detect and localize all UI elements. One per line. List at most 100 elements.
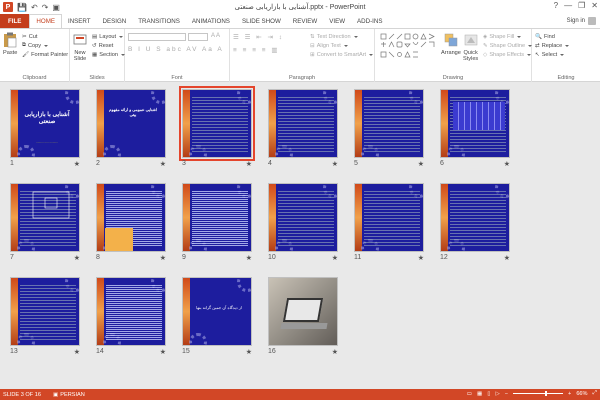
transition-star-icon[interactable]: ★ bbox=[332, 348, 338, 356]
section-button[interactable]: ▦ Section bbox=[92, 50, 125, 59]
slide-preview[interactable] bbox=[268, 183, 338, 252]
slide-thumbnail-8[interactable]: 8 ★ bbox=[96, 183, 166, 262]
slide-preview[interactable] bbox=[10, 183, 80, 252]
tab-insert[interactable]: INSERT bbox=[62, 14, 97, 28]
slide-thumbnail-9[interactable]: 9 ★ bbox=[182, 183, 252, 262]
zoom-in-icon[interactable]: + bbox=[568, 391, 571, 397]
redo-icon[interactable]: ↷ bbox=[42, 3, 49, 12]
transition-star-icon[interactable]: ★ bbox=[160, 160, 166, 168]
zoom-slider[interactable] bbox=[513, 391, 564, 396]
align-text-button[interactable]: ⊟ Align Text bbox=[310, 41, 373, 50]
text-direction-button[interactable]: ⇅ Text Direction bbox=[310, 32, 373, 41]
paste-button[interactable]: Paste bbox=[3, 32, 17, 56]
slide-thumbnail-4[interactable]: 4 ★ bbox=[268, 89, 338, 168]
slide-counter[interactable]: SLIDE 3 OF 16 bbox=[3, 392, 41, 398]
slide-thumbnail-3[interactable]: 3 ★ bbox=[179, 86, 255, 168]
powerpoint-app-icon[interactable]: P bbox=[3, 2, 13, 12]
slide-preview[interactable] bbox=[354, 183, 424, 252]
slide-preview[interactable] bbox=[96, 183, 166, 252]
undo-icon[interactable]: ↶ bbox=[31, 3, 38, 12]
slide-preview[interactable] bbox=[354, 89, 424, 158]
font-size-select[interactable] bbox=[188, 33, 208, 41]
slide-preview[interactable] bbox=[440, 89, 510, 158]
shape-outline-button[interactable]: ✎ Shape Outline bbox=[483, 41, 533, 50]
slide-sorter[interactable]: آشنایی با بازاریابی صنعتی ......... .....… bbox=[0, 82, 600, 389]
tab-slide-show[interactable]: SLIDE SHOW bbox=[236, 14, 287, 28]
shape-fill-button[interactable]: ◈ Shape Fill bbox=[483, 32, 532, 41]
layout-button[interactable]: ▤ Layout bbox=[92, 32, 125, 41]
slide-preview[interactable] bbox=[10, 277, 80, 346]
tab-transitions[interactable]: TRANSITIONS bbox=[132, 14, 186, 28]
help-icon[interactable]: ? bbox=[554, 1, 558, 10]
transition-star-icon[interactable]: ★ bbox=[332, 254, 338, 262]
tab-view[interactable]: VIEW bbox=[323, 14, 351, 28]
normal-view-icon[interactable]: ▭ bbox=[467, 391, 472, 397]
tab-home[interactable]: HOME bbox=[29, 14, 62, 28]
grow-font-icon[interactable]: A A bbox=[211, 33, 220, 39]
slide-thumbnail-13[interactable]: 13 ★ bbox=[10, 277, 80, 356]
tab-file[interactable]: FILE bbox=[0, 14, 30, 28]
reset-button[interactable]: ↺ Reset bbox=[92, 41, 125, 50]
tab-animations[interactable]: ANIMATIONS bbox=[186, 14, 236, 28]
slide-preview[interactable]: اشنایی عمومی و ارائه مفهوم بیتی bbox=[96, 89, 166, 158]
slide-preview[interactable] bbox=[440, 183, 510, 252]
transition-star-icon[interactable]: ★ bbox=[504, 254, 510, 262]
transition-star-icon[interactable]: ★ bbox=[160, 348, 166, 356]
select-button[interactable]: ↖ Select bbox=[535, 50, 569, 59]
transition-star-icon[interactable]: ★ bbox=[332, 160, 338, 168]
save-icon[interactable]: 💾 bbox=[17, 3, 27, 12]
transition-star-icon[interactable]: ★ bbox=[74, 254, 80, 262]
arrange-button[interactable]: Arrange bbox=[441, 32, 461, 56]
slide-thumbnail-15[interactable]: از دیدگاه آن جمین گرانه بنها 15 ★ bbox=[182, 277, 252, 356]
slide-thumbnail-14[interactable]: 14 ★ bbox=[96, 277, 166, 356]
slide-thumbnail-7[interactable]: 7 ★ bbox=[10, 183, 80, 262]
convert-smartart-button[interactable]: ⊞ Convert to SmartArt bbox=[310, 50, 374, 59]
transition-star-icon[interactable]: ★ bbox=[504, 160, 510, 168]
transition-star-icon[interactable]: ★ bbox=[74, 348, 80, 356]
replace-button[interactable]: ⇄ Replace bbox=[535, 41, 570, 50]
zoom-out-icon[interactable]: − bbox=[505, 391, 508, 397]
find-button[interactable]: 🔍 Find bbox=[535, 32, 569, 41]
slide-thumbnail-2[interactable]: اشنایی عمومی و ارائه مفهوم بیتی 2 ★ bbox=[96, 89, 166, 168]
slide-preview[interactable]: از دیدگاه آن جمین گرانه بنها bbox=[182, 277, 252, 346]
transition-star-icon[interactable]: ★ bbox=[246, 348, 252, 356]
restore-icon[interactable]: ❐ bbox=[578, 1, 585, 10]
sign-in[interactable]: Sign in bbox=[567, 17, 596, 25]
align-buttons[interactable]: ≡ ≡ ≡ ≡ ▥ bbox=[233, 46, 280, 54]
slide-thumbnail-16[interactable]: 16 ★ bbox=[268, 277, 338, 356]
slideshow-view-icon[interactable]: ▷ bbox=[495, 391, 499, 397]
language-indicator[interactable]: ▣ PERSIAN bbox=[53, 392, 85, 398]
tab-add-ins[interactable]: ADD-INS bbox=[351, 14, 388, 28]
transition-star-icon[interactable]: ★ bbox=[160, 254, 166, 262]
tab-review[interactable]: REVIEW bbox=[287, 14, 323, 28]
slide-preview[interactable] bbox=[179, 86, 255, 161]
slide-sorter-view-icon[interactable]: ▦ bbox=[477, 391, 482, 397]
format-painter-button[interactable]: 🖌 Format Painter bbox=[22, 50, 68, 59]
copy-button[interactable]: ⧉ Copy bbox=[22, 41, 68, 50]
zoom-level[interactable]: 66% bbox=[576, 391, 587, 397]
font-style-buttons[interactable]: B I U S abc AV Aa A bbox=[128, 46, 224, 53]
slide-thumbnail-5[interactable]: 5 ★ bbox=[354, 89, 424, 168]
shapes-gallery[interactable] bbox=[379, 32, 437, 60]
fit-slide-icon[interactable]: ⤢ bbox=[593, 390, 597, 397]
minimize-icon[interactable]: — bbox=[564, 1, 572, 10]
slide-thumbnail-6[interactable]: 6 ★ bbox=[440, 89, 510, 168]
transition-star-icon[interactable]: ★ bbox=[418, 254, 424, 262]
transition-star-icon[interactable]: ★ bbox=[418, 160, 424, 168]
cut-button[interactable]: ✂ Cut bbox=[22, 32, 68, 41]
slide-thumbnail-11[interactable]: 11 ★ bbox=[354, 183, 424, 262]
slide-thumbnail-1[interactable]: آشنایی با بازاریابی صنعتی ......... .....… bbox=[10, 89, 80, 168]
transition-star-icon[interactable]: ★ bbox=[246, 160, 252, 168]
close-icon[interactable]: ✕ bbox=[591, 1, 598, 10]
slide-preview[interactable] bbox=[268, 277, 338, 346]
start-slideshow-icon[interactable]: ▣ bbox=[52, 3, 60, 12]
slide-thumbnail-12[interactable]: 12 ★ bbox=[440, 183, 510, 262]
slide-preview[interactable] bbox=[182, 183, 252, 252]
list-buttons[interactable]: ☰ ☰ ⇤ ⇥ ↕ bbox=[233, 33, 284, 41]
tab-design[interactable]: DESIGN bbox=[97, 14, 133, 28]
shape-effects-button[interactable]: ◇ Shape Effects bbox=[483, 50, 532, 59]
reading-view-icon[interactable]: ▯ bbox=[487, 391, 490, 397]
transition-star-icon[interactable]: ★ bbox=[246, 254, 252, 262]
font-name-select[interactable] bbox=[128, 33, 186, 41]
slide-thumbnail-10[interactable]: 10 ★ bbox=[268, 183, 338, 262]
